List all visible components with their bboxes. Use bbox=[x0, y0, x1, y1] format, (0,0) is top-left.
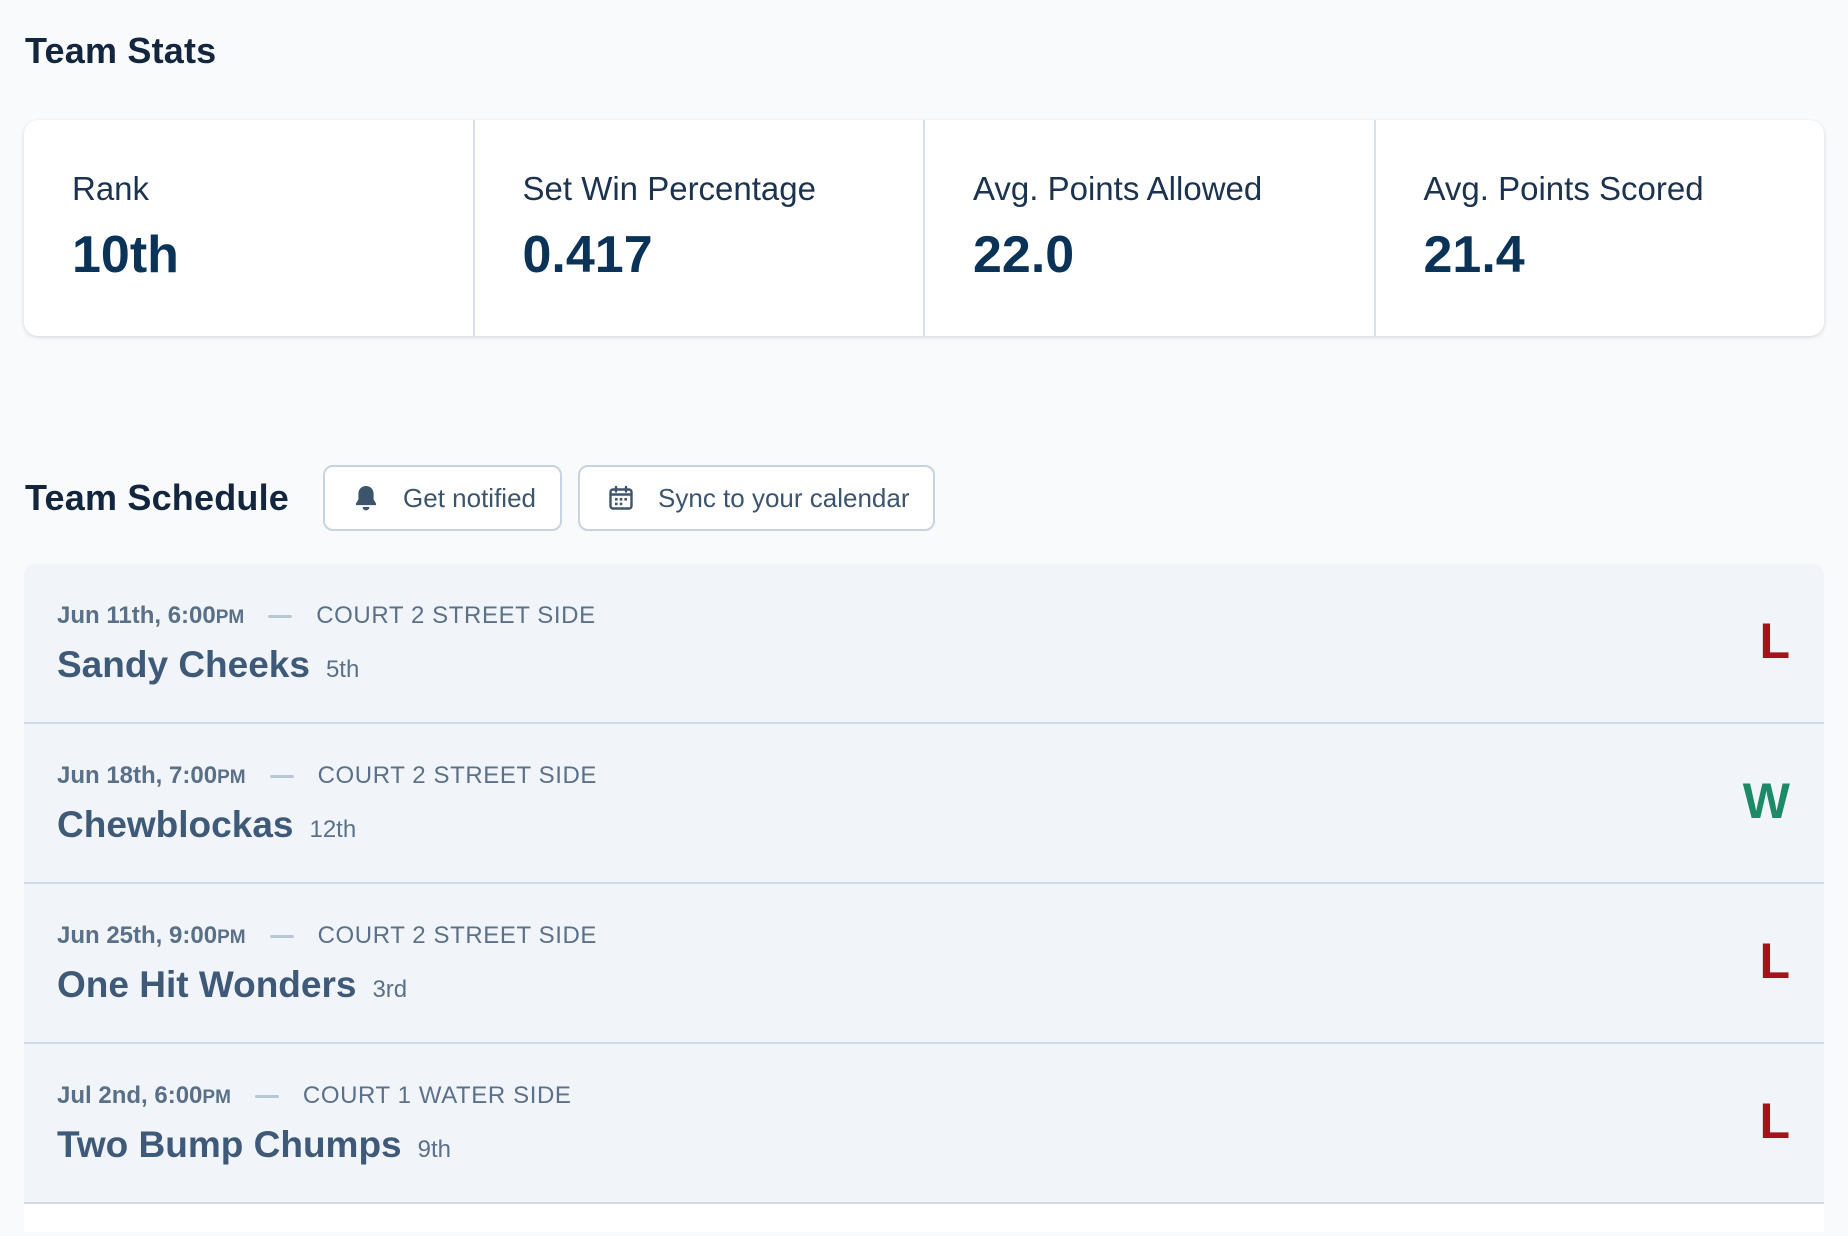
schedule-list: Jun 11th, 6:00PM COURT 2 STREET SIDE San… bbox=[24, 564, 1824, 1232]
separator-dash bbox=[268, 614, 293, 618]
stat-value: 0.417 bbox=[522, 226, 653, 284]
game-court: COURT 1 WATER SIDE bbox=[302, 1082, 572, 1109]
game-date: Jul 2nd, 6:00PM bbox=[57, 1082, 231, 1109]
game-date: Jun 25th, 9:00PM bbox=[57, 922, 246, 949]
opponent-name: One Hit Wonders bbox=[57, 964, 357, 1005]
opponent-rank: 9th bbox=[417, 1136, 451, 1163]
schedule-row[interactable]: Jun 25th, 9:00PM COURT 2 STREET SIDE One… bbox=[24, 884, 1824, 1044]
team-page: Team Stats Rank 10th Set Win Percentage … bbox=[0, 0, 1848, 1236]
stats-card: Rank 10th Set Win Percentage 0.417 Avg. … bbox=[24, 120, 1824, 336]
game-opponent-line: Sandy Cheeks 5th bbox=[57, 644, 1824, 686]
schedule-header: Team Schedule Get notified Sync to your … bbox=[25, 464, 936, 532]
stat-value: 10th bbox=[72, 226, 179, 284]
game-opponent-line: Two Bump Chumps 9th bbox=[57, 1124, 1824, 1166]
team-schedule-title: Team Schedule bbox=[25, 477, 290, 518]
game-date: Jun 11th, 6:00PM bbox=[57, 602, 245, 629]
game-court: COURT 2 STREET SIDE bbox=[317, 922, 598, 949]
schedule-row-partial bbox=[24, 1204, 1824, 1232]
bell-icon bbox=[351, 483, 381, 513]
stat-value: 22.0 bbox=[973, 226, 1075, 284]
sync-calendar-button[interactable]: Sync to your calendar bbox=[578, 465, 936, 531]
game-meta: Jun 25th, 9:00PM COURT 2 STREET SIDE bbox=[57, 920, 1824, 952]
game-meta: Jun 11th, 6:00PM COURT 2 STREET SIDE bbox=[57, 600, 1824, 632]
game-court: COURT 2 STREET SIDE bbox=[316, 602, 596, 629]
game-meta: Jun 18th, 7:00PM COURT 2 STREET SIDE bbox=[57, 760, 1824, 792]
game-court: COURT 2 STREET SIDE bbox=[317, 762, 598, 789]
stat-avg-points-allowed: Avg. Points Allowed 22.0 bbox=[923, 120, 1374, 336]
opponent-name: Two Bump Chumps bbox=[57, 1124, 402, 1165]
stat-label: Set Win Percentage bbox=[522, 170, 817, 207]
opponent-name: Chewblockas bbox=[57, 804, 294, 845]
game-result: L bbox=[1759, 1093, 1790, 1149]
stat-avg-points-scored: Avg. Points Scored 21.4 bbox=[1373, 120, 1825, 336]
opponent-name: Sandy Cheeks bbox=[57, 644, 310, 685]
game-opponent-line: Chewblockas 12th bbox=[57, 804, 1824, 846]
stat-set-win-percentage: Set Win Percentage 0.417 bbox=[472, 120, 924, 336]
get-notified-label: Get notified bbox=[403, 482, 537, 513]
separator-dash bbox=[254, 1094, 279, 1098]
separator-dash bbox=[269, 934, 294, 938]
stat-label: Avg. Points Allowed bbox=[973, 170, 1263, 207]
get-notified-button[interactable]: Get notified bbox=[323, 465, 563, 531]
calendar-icon bbox=[606, 483, 636, 513]
opponent-rank: 12th bbox=[309, 816, 357, 843]
stat-value: 21.4 bbox=[1423, 226, 1525, 284]
schedule-row[interactable]: Jun 18th, 7:00PM COURT 2 STREET SIDE Che… bbox=[24, 724, 1824, 884]
game-result: W bbox=[1742, 773, 1790, 829]
stat-rank: Rank 10th bbox=[24, 120, 473, 336]
game-result: L bbox=[1759, 933, 1790, 989]
schedule-row[interactable]: Jul 2nd, 6:00PM COURT 1 WATER SIDE Two B… bbox=[24, 1044, 1824, 1204]
opponent-rank: 3rd bbox=[372, 976, 408, 1003]
game-meta: Jul 2nd, 6:00PM COURT 1 WATER SIDE bbox=[57, 1080, 1824, 1112]
game-opponent-line: One Hit Wonders 3rd bbox=[57, 964, 1824, 1006]
stat-label: Avg. Points Scored bbox=[1423, 170, 1704, 207]
game-result: L bbox=[1759, 613, 1790, 669]
team-stats-title: Team Stats bbox=[25, 30, 217, 71]
game-date: Jun 18th, 7:00PM bbox=[57, 762, 246, 789]
opponent-rank: 5th bbox=[325, 656, 360, 683]
sync-calendar-label: Sync to your calendar bbox=[658, 482, 910, 513]
stat-label: Rank bbox=[72, 170, 150, 207]
schedule-row[interactable]: Jun 11th, 6:00PM COURT 2 STREET SIDE San… bbox=[24, 564, 1824, 724]
separator-dash bbox=[269, 774, 294, 778]
